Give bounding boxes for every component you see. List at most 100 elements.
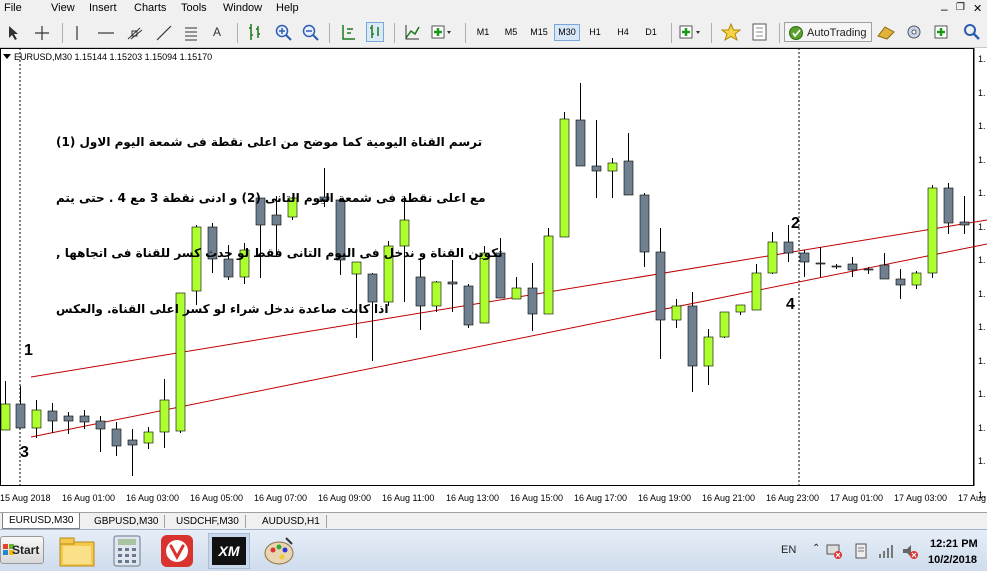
x-axis-label: 16 Aug 11:00	[382, 493, 435, 503]
menu-charts[interactable]: Charts	[134, 2, 166, 14]
minimize-icon[interactable]: –	[941, 2, 948, 16]
tab-gbpusd[interactable]: GBPUSD,M30	[88, 515, 166, 528]
candle-body	[79, 415, 90, 423]
clock-time[interactable]: 12:21 PM	[930, 538, 978, 550]
toolbar-separator	[329, 23, 330, 43]
candle-body	[927, 187, 938, 274]
vivaldi-browser-icon[interactable]	[160, 534, 194, 568]
menu-insert[interactable]: Insert	[89, 2, 117, 14]
menu-view[interactable]: View	[51, 2, 75, 14]
new-chart-icon[interactable]	[934, 23, 952, 41]
paint-icon[interactable]	[262, 534, 296, 568]
show-hidden-icons-icon[interactable]: ⌃	[812, 543, 820, 554]
toolbar-separator	[465, 23, 466, 43]
candle-body	[719, 311, 730, 338]
chart-area[interactable]: EURUSD,M30 1.15144 1.15203 1.15094 1.151…	[0, 48, 987, 512]
timeframe-h1[interactable]: H1	[582, 24, 608, 41]
favorites-icon[interactable]	[721, 23, 741, 41]
close-icon[interactable]: ✕	[973, 2, 982, 15]
candle-body	[591, 165, 602, 172]
restore-icon[interactable]: ❐	[956, 2, 965, 13]
timeframe-m5[interactable]: M5	[498, 24, 524, 41]
toolbar-separator	[394, 23, 395, 43]
point-label-2: 2	[791, 215, 800, 232]
y-axis-label: 1.	[978, 489, 986, 500]
candle-body	[703, 336, 714, 367]
xm-terminal-icon[interactable]: XM	[208, 533, 250, 569]
y-axis-label: 1.	[978, 389, 986, 399]
svg-text:XM: XM	[218, 543, 240, 559]
tab-eurusd[interactable]: EURUSD,M30	[2, 513, 81, 529]
candle-body	[0, 403, 11, 431]
tab-audusd[interactable]: AUDUSD,H1	[256, 515, 327, 528]
candle-body	[111, 428, 122, 447]
calculator-icon[interactable]	[110, 534, 144, 568]
candle-body	[959, 221, 970, 226]
start-button[interactable]: Start	[0, 536, 44, 564]
x-axis-label: 15 Aug 2018	[0, 493, 51, 503]
zoom-in-icon[interactable]	[275, 24, 292, 41]
candle-body	[143, 431, 154, 444]
candle-body	[671, 305, 682, 321]
y-axis-label: 1.	[978, 87, 986, 98]
trendline-icon[interactable]	[156, 25, 172, 41]
volume-icon[interactable]	[901, 542, 919, 560]
x-axis-label: 16 Aug 01:00	[62, 493, 116, 503]
text-tool-icon[interactable]: A	[213, 25, 221, 39]
candle-body	[799, 252, 810, 263]
bar-chart-icon[interactable]	[247, 23, 263, 41]
cursor-icon[interactable]	[6, 25, 20, 41]
zoom-out-icon[interactable]	[302, 24, 319, 41]
chart-menu-arrow-icon[interactable]	[3, 54, 11, 60]
tray-network-icon[interactable]	[825, 542, 843, 560]
timeframe-m15[interactable]: M15	[526, 24, 552, 41]
menu-window[interactable]: Window	[223, 2, 262, 14]
history-center-icon[interactable]	[877, 24, 895, 40]
menu-help[interactable]: Help	[276, 2, 299, 14]
candle-body	[639, 194, 650, 253]
toolbar-separator	[671, 23, 672, 43]
data-window-icon[interactable]	[752, 23, 768, 41]
candle-body	[831, 265, 842, 268]
signal-icon[interactable]	[877, 542, 895, 560]
x-axis-label: 16 Aug 19:00	[638, 493, 692, 503]
candle-body	[559, 118, 570, 238]
search-icon[interactable]	[963, 23, 981, 41]
x-axis-label: 17 Aug 01:00	[830, 493, 884, 503]
horizontal-line-icon[interactable]	[98, 26, 114, 40]
toolbar: A M1 M5 M15 M30 H1 H4 D1 AutoTrading	[0, 17, 987, 48]
file-explorer-icon[interactable]	[58, 534, 96, 568]
indicators-icon[interactable]	[404, 23, 420, 41]
annotation-line: ترسم القناة اليومية كما موضح من اعلى نقط…	[56, 135, 483, 149]
settings-icon[interactable]	[905, 23, 923, 41]
templates-icon[interactable]	[431, 23, 453, 41]
timeframe-m1[interactable]: M1	[470, 24, 496, 41]
timeframe-h4[interactable]: H4	[610, 24, 636, 41]
timeframe-m30[interactable]: M30	[554, 24, 580, 41]
menu-tools[interactable]: Tools	[181, 2, 207, 14]
autoscroll-icon[interactable]	[366, 22, 384, 42]
timeframe-d1[interactable]: D1	[638, 24, 664, 41]
fibonacci-icon[interactable]	[183, 25, 199, 41]
candle-body	[895, 278, 906, 286]
tab-usdchf[interactable]: USDCHF,M30	[170, 515, 246, 528]
chart-shift-icon[interactable]	[340, 23, 356, 41]
menu-file[interactable]: File	[4, 2, 22, 14]
x-axis-label: 16 Aug 07:00	[254, 493, 308, 503]
x-axis-label: 16 Aug 05:00	[190, 493, 244, 503]
x-axis-label: 16 Aug 17:00	[574, 493, 628, 503]
point-label-3: 3	[20, 444, 29, 461]
vertical-line-icon[interactable]	[72, 26, 82, 40]
channel-icon[interactable]	[127, 25, 143, 41]
y-axis-label: 1.	[978, 322, 986, 332]
new-order-icon[interactable]	[679, 23, 703, 41]
candle-body	[527, 287, 538, 315]
candle-body	[751, 272, 762, 311]
autotrading-button[interactable]: AutoTrading	[784, 22, 872, 42]
language-indicator[interactable]: EN	[781, 544, 796, 556]
clock-date[interactable]: 10/2/2018	[928, 554, 977, 566]
y-axis-label: 1.	[978, 54, 986, 64]
tray-device-icon[interactable]	[853, 542, 871, 560]
candle-body	[767, 241, 778, 274]
crosshair-icon[interactable]	[34, 26, 50, 40]
